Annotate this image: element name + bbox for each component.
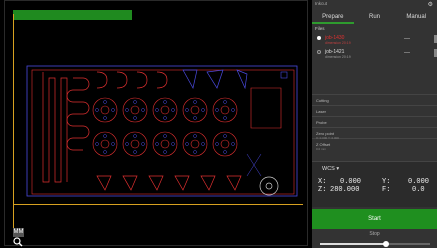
job-radio[interactable] — [317, 50, 321, 54]
serpentine-path — [42, 72, 68, 183]
parameter-list: Cutting Laser Probe Zero point X: 0.000 Y… — [312, 94, 437, 151]
canvas-viewport[interactable]: MM — [0, 0, 312, 248]
tab-manual[interactable]: Manual — [395, 10, 437, 24]
triangle-shapes-top — [182, 69, 248, 90]
app-title: Inkcut — [315, 1, 328, 6]
panel-header: Inkcut ⚙ — [312, 0, 437, 10]
files-section-label: Files — [315, 26, 325, 31]
param-probe[interactable]: Probe — [312, 116, 437, 127]
right-rect-shape — [250, 87, 282, 129]
x-label: X: — [318, 178, 327, 186]
param-zero-point[interactable]: Zero point X: 0.000 Y: 0.000 — [312, 127, 437, 140]
job-dimension: dimension 20:19 — [325, 55, 351, 59]
wcs-dropdown[interactable]: WCS ▾ — [322, 166, 339, 172]
cross-lines — [246, 153, 262, 177]
job-menu-dash[interactable]: — — [404, 50, 410, 56]
zigzag-path — [66, 77, 90, 151]
x-value: 0.000 — [340, 178, 362, 186]
tab-prepare[interactable]: Prepare — [312, 10, 354, 24]
small-square — [280, 71, 288, 79]
slider-knob[interactable] — [383, 241, 389, 247]
f-value: 0.0 — [412, 186, 425, 194]
gear-row-1-holes — [95, 100, 235, 120]
job-list-item[interactable]: job-1421 dimension 20:19 — — [312, 47, 437, 61]
z-label: Z: — [318, 186, 327, 194]
speed-slider[interactable] — [320, 241, 430, 247]
param-laser[interactable]: Laser — [312, 105, 437, 116]
app-window: MM Inkcut ⚙ Prepare Run Manual Files job… — [0, 0, 437, 248]
start-button[interactable]: Start — [312, 209, 437, 229]
tab-bar: Prepare Run Manual — [312, 10, 437, 24]
coordinates-panel: WCS ▾ X: 0.000 Z: 280.000 Y: 0.000 F: 0.… — [312, 161, 437, 207]
stop-button[interactable]: Stop — [312, 229, 437, 240]
tab-run[interactable]: Run — [354, 10, 396, 24]
job-radio-selected[interactable] — [317, 36, 321, 40]
slider-fill — [320, 243, 386, 245]
gear-icon[interactable]: ⚙ — [428, 1, 433, 8]
z-value: 280.000 — [330, 186, 360, 194]
f-label: F: — [382, 186, 391, 194]
y-axis-line — [13, 14, 14, 234]
hook-paths — [96, 71, 168, 89]
job-progress-bar — [13, 10, 132, 20]
outer-boundary-blue — [26, 65, 298, 197]
job-drawing — [26, 65, 298, 197]
gear-row-2-holes — [95, 134, 235, 154]
y-label: Y: — [382, 178, 391, 186]
job-list-item[interactable]: job-1430 dimension 20:19 — — [312, 33, 437, 47]
param-cutting[interactable]: Cutting — [312, 94, 437, 105]
triangle-shapes-bottom — [96, 175, 242, 191]
units-toggle-button[interactable]: MM — [13, 228, 24, 237]
bottom-circle — [259, 176, 279, 196]
y-value: 0.000 — [408, 178, 430, 186]
right-panel: Inkcut ⚙ Prepare Run Manual Files job-14… — [312, 0, 437, 248]
job-menu-dash[interactable]: — — [404, 36, 410, 42]
zoom-icon[interactable] — [13, 237, 23, 247]
job-dimension: dimension 20:19 — [325, 41, 351, 45]
